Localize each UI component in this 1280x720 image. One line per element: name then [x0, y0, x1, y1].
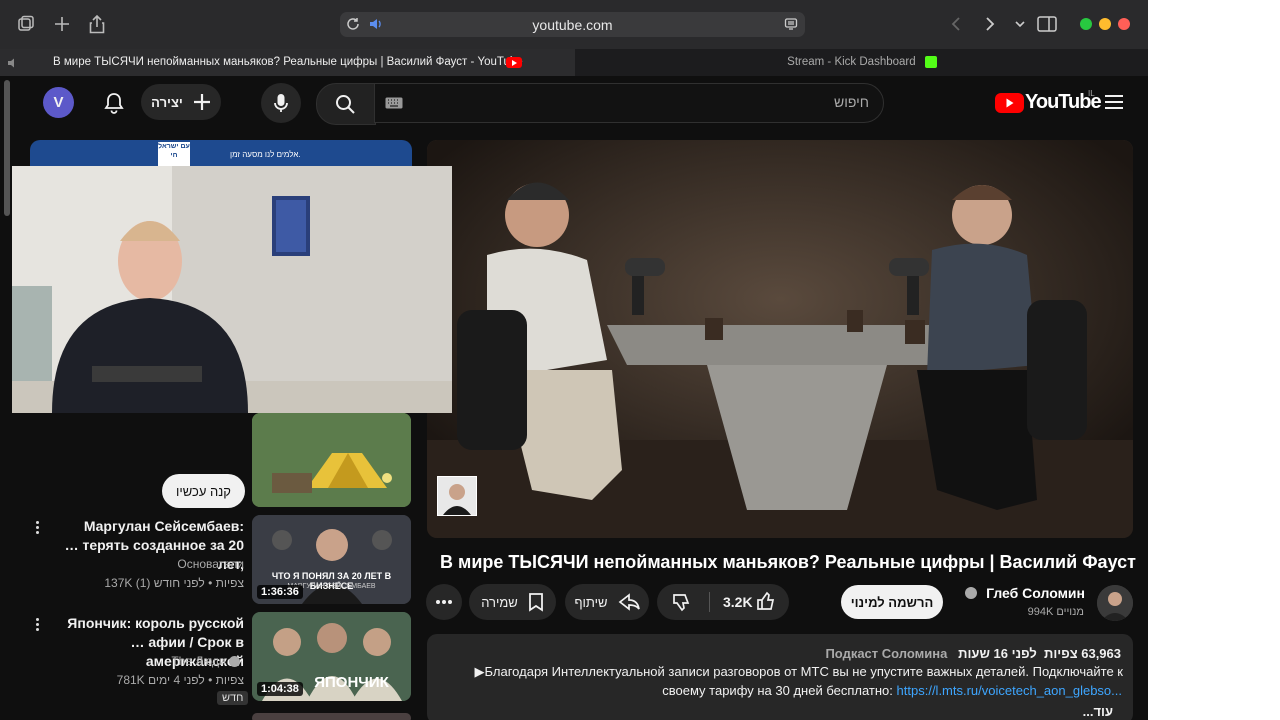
- save-label: שמירה: [481, 594, 518, 610]
- description-line2: своему тарифу на 30 дней бесплатно: http…: [443, 683, 1122, 698]
- related-thumbnail[interactable]: ЧТО Я ПОНЯЛ ЗА 20 ЛЕТ В БИЗНЕСЕ МАРГУЛАН…: [252, 515, 411, 604]
- channel-name[interactable]: Глеб Соломин: [986, 585, 1085, 601]
- verified-badge-icon: [965, 587, 977, 599]
- tab-title: В мире ТЫСЯЧИ непойманных маньяков? Реал…: [53, 56, 523, 68]
- voice-search-button[interactable]: [261, 83, 301, 123]
- save-button[interactable]: שמירה: [469, 584, 556, 620]
- forward-icon[interactable]: [980, 14, 1000, 34]
- description-meta: 63,963 צפיות לפני 16 שעות Подкаст Соломи…: [825, 646, 1121, 661]
- address-bar[interactable]: youtube.com: [340, 12, 805, 37]
- more-options-icon[interactable]: [36, 616, 40, 633]
- upload-time: לפני 16 שעות: [958, 646, 1037, 661]
- close-button[interactable]: [1118, 18, 1130, 30]
- related-channel[interactable]: Основатели: [50, 557, 244, 571]
- back-icon[interactable]: [946, 14, 966, 34]
- plus-icon: [193, 94, 210, 110]
- new-tab-icon[interactable]: [52, 14, 72, 34]
- description-line1: ▶Благодаря Интеллектуальной записи разго…: [474, 664, 1123, 679]
- related-thumbnail[interactable]: ЯПОНЧИК 1:04:38: [252, 612, 411, 701]
- chevron-down-icon[interactable]: [1012, 16, 1028, 32]
- channel-info: Глеб Соломин: [965, 585, 1085, 603]
- url-text: youtube.com: [532, 17, 613, 33]
- share-arrow-icon: [618, 593, 640, 611]
- share-label: שיתוף: [574, 594, 608, 610]
- description-box[interactable]: 63,963 צפיות לפני 16 שעות Подкаст Соломи…: [427, 634, 1133, 720]
- minimize-button[interactable]: [1099, 18, 1111, 30]
- subscribe-button[interactable]: הרשמה למינוי: [841, 585, 943, 619]
- ad-thumbnail[interactable]: [252, 413, 411, 507]
- related-meta: 781K צפיות • לפני 4 ימים: [116, 673, 244, 687]
- kick-favicon-icon: [924, 55, 937, 68]
- zoom-button[interactable]: [1080, 18, 1092, 30]
- notifications-bell-icon[interactable]: [101, 90, 127, 116]
- like-dislike-group: 3.2K: [657, 584, 789, 620]
- channel-name: The Люди: [171, 654, 226, 668]
- country-code: IL: [1088, 89, 1095, 98]
- keyboard-icon[interactable]: [385, 96, 403, 110]
- channel-avatar[interactable]: [1097, 585, 1133, 621]
- split-view-icon[interactable]: [1036, 14, 1058, 34]
- search-button[interactable]: [316, 83, 376, 125]
- share-icon[interactable]: [87, 13, 107, 35]
- ad-text: אלמים לנו מסעה זמן.: [230, 150, 301, 159]
- desktop-background: [1148, 0, 1280, 720]
- browser-toolbar: youtube.com: [0, 0, 1148, 49]
- share-button[interactable]: שיתוף: [565, 584, 649, 620]
- browser-window: youtube.com В мире ТЫСЯЧИ непойманных ма…: [0, 0, 1148, 720]
- description-text: своему тарифу на 30 дней бесплатно:: [662, 683, 893, 698]
- playlist-link[interactable]: Подкаст Соломина: [825, 646, 947, 661]
- bookmark-icon: [528, 593, 543, 612]
- more-options-icon[interactable]: [36, 519, 40, 536]
- tab-title: Stream - Kick Dashboard: [787, 56, 916, 68]
- youtube-logo-icon[interactable]: [995, 93, 1024, 113]
- youtube-favicon-icon: [506, 57, 522, 68]
- more-actions-button[interactable]: [426, 584, 462, 620]
- divider: [709, 592, 710, 612]
- webcam-overlay: [12, 166, 452, 413]
- tab-bar: В мире ТЫСЯЧИ непойманных маньяков? Реал…: [0, 49, 1148, 76]
- subscriber-count: 994K מנויים: [1027, 606, 1084, 618]
- search-input[interactable]: חיפוש: [374, 83, 884, 123]
- ad-logo: עם ישראל חי: [158, 142, 190, 168]
- thumbnail-text: ЯПОНЧИК: [314, 674, 389, 691]
- buy-now-button[interactable]: קנה עכשיו: [162, 474, 245, 508]
- verified-badge-icon: [229, 656, 240, 668]
- show-more-link[interactable]: ...עוד: [1083, 704, 1113, 719]
- video-duration: 1:36:36: [257, 585, 303, 599]
- search-icon: [334, 93, 356, 115]
- create-label: יצירה: [151, 94, 183, 110]
- microphone-icon: [274, 94, 288, 112]
- speaker-icon[interactable]: [6, 56, 20, 70]
- title-line: Маргулан Сейсембаев:: [83, 518, 244, 534]
- account-avatar[interactable]: V: [43, 87, 74, 118]
- reader-icon[interactable]: [783, 16, 799, 32]
- video-player[interactable]: [427, 140, 1133, 538]
- video-duration: 1:04:38: [257, 682, 303, 696]
- related-thumbnail-partial[interactable]: [252, 713, 411, 720]
- channel-watermark[interactable]: [437, 476, 477, 516]
- more-horizontal-icon: [436, 600, 452, 604]
- related-meta: 137K צפיות • לפני חודש (1): [104, 576, 244, 590]
- description-link[interactable]: https://l.mts.ru/voicetech_aon_glebso...: [897, 683, 1122, 698]
- dislike-icon[interactable]: [672, 592, 692, 615]
- tab-youtube[interactable]: В мире ТЫСЯЧИ непойманных маньяков? Реал…: [0, 49, 575, 76]
- like-icon[interactable]: [756, 591, 776, 614]
- sidebar-toggle-icon[interactable]: [16, 14, 36, 34]
- view-count: 63,963 צפיות: [1044, 646, 1121, 661]
- video-frame: [427, 140, 1133, 538]
- menu-hamburger-icon[interactable]: [1103, 92, 1125, 112]
- new-badge: חדש: [217, 691, 249, 705]
- title-line: Япончик: король русской: [67, 615, 244, 631]
- create-button[interactable]: יצירה: [141, 84, 221, 120]
- search-placeholder: חיפוש: [834, 94, 869, 110]
- like-count[interactable]: 3.2K: [723, 594, 753, 610]
- video-title: В мире ТЫСЯЧИ непойманных маньяков? Реал…: [440, 552, 1136, 572]
- related-channel[interactable]: The Люди: [50, 654, 240, 668]
- tab-kick[interactable]: Stream - Kick Dashboard: [576, 49, 1148, 76]
- page-scrollbar[interactable]: [4, 80, 10, 216]
